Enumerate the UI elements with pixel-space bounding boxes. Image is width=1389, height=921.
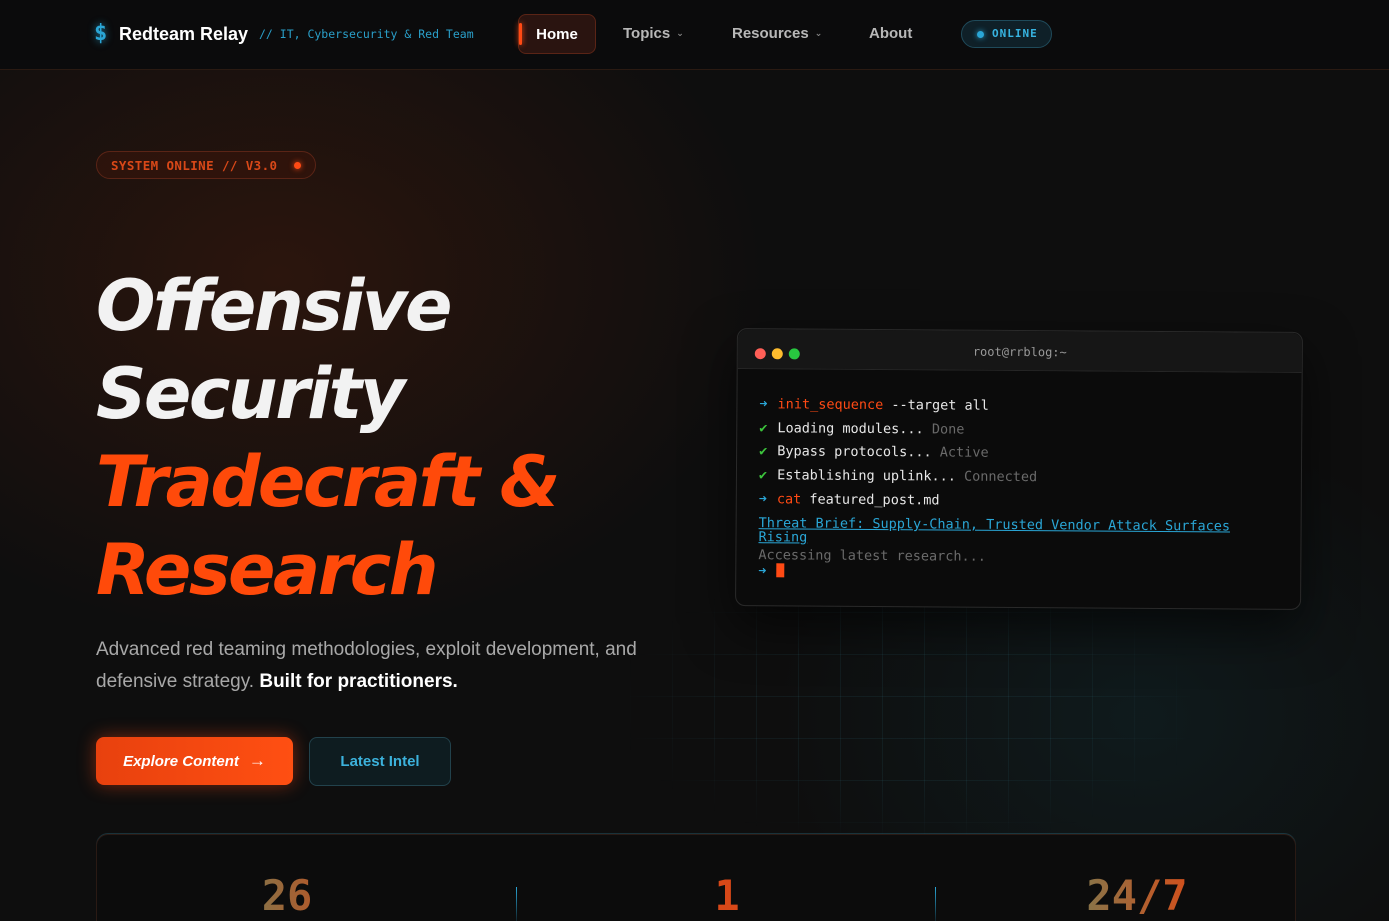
featured-post-link[interactable]: Threat Brief: Supply-Chain, Trusted Vend…: [758, 515, 1278, 548]
terminal-args: featured_post.md: [801, 491, 940, 509]
nav-home-label: Home: [536, 26, 578, 43]
check-icon: ✔: [758, 467, 768, 484]
nav-resources-dropdown[interactable]: Resources ⌄: [732, 24, 822, 45]
status-dot-icon: [294, 162, 301, 169]
prompt-arrow-icon: ➜: [758, 491, 767, 508]
terminal-titlebar: root@rrblog:~: [737, 329, 1302, 373]
stat-divider: [935, 887, 936, 921]
dollar-sign-icon[interactable]: $: [94, 20, 112, 48]
stats-panel: 26 1 24/7: [96, 834, 1296, 921]
system-status-text: SYSTEM ONLINE // V3.0: [111, 158, 278, 173]
stat-value: 24/7: [1067, 871, 1207, 921]
nav-topics-label: Topics: [623, 25, 671, 42]
cursor-block: [776, 563, 785, 578]
stat-divider: [516, 887, 517, 921]
terminal-prompt: ➜: [758, 562, 785, 580]
prompt-arrow-icon: ➜: [759, 396, 768, 413]
top-navbar: $ Redteam Relay // IT, Cybersecurity & R…: [0, 0, 1389, 70]
terminal-window: root@rrblog:~ ➜ init_sequence --target al…: [735, 328, 1303, 610]
stat-value: 26: [237, 871, 337, 921]
terminal-status: Connected: [963, 468, 1038, 486]
terminal-title: root@rrblog:~: [972, 344, 1067, 360]
explore-content-label: Explore Content: [123, 753, 239, 770]
terminal-loading-text: Accessing latest research...: [758, 547, 987, 565]
terminal-status: Done: [931, 421, 965, 438]
status-text: ONLINE: [992, 27, 1038, 40]
hero-title-line: Offensive: [96, 265, 453, 347]
hero-title: Offensive Security Tradecraft & Research: [96, 262, 656, 614]
terminal-line: ✔ Loading modules... Done: [759, 419, 964, 438]
latest-intel-button[interactable]: Latest Intel: [309, 737, 451, 786]
nav-resources-label: Resources: [732, 25, 809, 42]
explore-content-button[interactable]: Explore Content →: [96, 737, 293, 785]
terminal-command: init_sequence: [777, 396, 884, 414]
nav-about-link[interactable]: About: [869, 24, 912, 44]
terminal-text: Bypass protocols...: [777, 443, 932, 461]
terminal-text: Establishing uplink...: [777, 467, 956, 485]
chevron-down-icon: ⌄: [814, 28, 823, 38]
system-status-badge: SYSTEM ONLINE // V3.0: [96, 151, 316, 179]
terminal-status: Active: [939, 444, 989, 461]
terminal-args: --target all: [883, 397, 989, 414]
site-tagline: // IT, Cybersecurity & Red Team: [259, 27, 474, 41]
terminal-line: ➜ cat featured_post.md: [759, 490, 940, 509]
hero-title-line: Security: [96, 353, 405, 435]
terminal-text: Loading modules...: [777, 420, 924, 438]
hero-title-line: Research: [96, 529, 439, 611]
check-icon: ✔: [759, 443, 768, 460]
terminal-command: cat: [776, 491, 802, 508]
terminal-line: ✔ Bypass protocols... Active: [759, 442, 989, 462]
hero-subtitle: Advanced red teaming methodologies, expl…: [96, 634, 656, 698]
nav-home-link[interactable]: Home: [518, 14, 596, 54]
status-dot-icon: [977, 31, 984, 38]
site-logo-text[interactable]: Redteam Relay: [119, 22, 248, 46]
nav-topics-dropdown[interactable]: Topics ⌄: [623, 24, 684, 45]
hero-subtitle-bold: Built for practitioners.: [259, 671, 458, 692]
chevron-down-icon: ⌄: [676, 28, 684, 38]
hero-title-line: Tradecraft &: [96, 441, 560, 523]
prompt-arrow-icon: ➜: [758, 563, 767, 580]
terminal-line: ✔ Establishing uplink... Connected: [759, 466, 1037, 486]
stat-value: 1: [714, 871, 740, 920]
arrow-right-icon: →: [248, 751, 266, 770]
background-grid: [630, 570, 1190, 840]
online-status-badge: ONLINE: [961, 20, 1052, 48]
check-icon: ✔: [759, 420, 768, 437]
terminal-line: ➜ init_sequence --target all: [759, 395, 989, 415]
